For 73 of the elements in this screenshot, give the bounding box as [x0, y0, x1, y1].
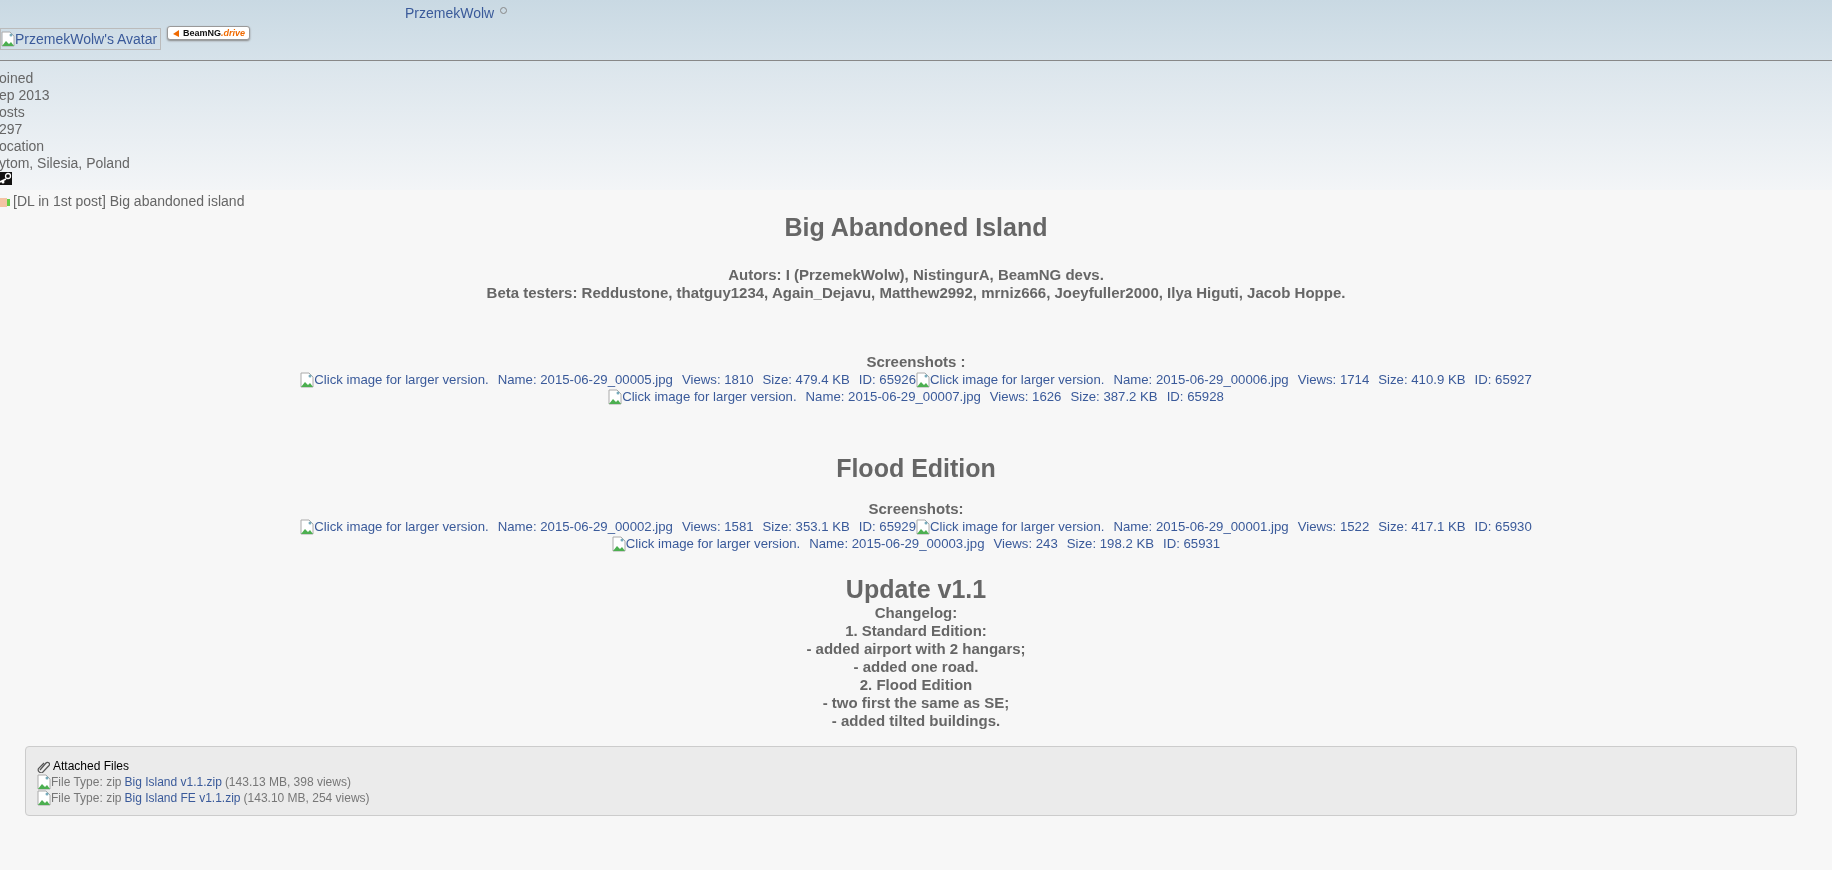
- image-size: Size: 387.2 KB: [1070, 388, 1158, 405]
- section-heading: Big Abandoned Island: [783, 212, 1049, 242]
- text-line: Changelog:: [873, 604, 959, 622]
- text-line: Autors: I (PrzemekWolw), NistingurA, BeamNG devs.: [727, 266, 1105, 284]
- file-info: (143.10 MB, 254 views): [243, 790, 370, 806]
- image-name: Name: 2015-06-29_00003.jpg: [809, 535, 985, 552]
- image-id: ID: 65931: [1163, 535, 1221, 552]
- image-id: ID: 65929: [858, 518, 916, 535]
- broken-image-icon: [37, 790, 51, 806]
- attachments-title: Attached Files: [53, 759, 130, 774]
- avatar-link[interactable]: PrzemekWolw's Avatar: [0, 28, 162, 50]
- image-id: ID: 65926: [858, 371, 916, 388]
- image-name: Name: 2015-06-29_00002.jpg: [497, 518, 673, 535]
- image-views: Views: 1714: [1297, 371, 1370, 388]
- paperclip-icon: [37, 760, 50, 773]
- gallery-label: Screenshots :: [865, 352, 967, 371]
- image-size: Size: 417.1 KB: [1378, 518, 1466, 535]
- image-size: Size: 410.9 KB: [1378, 371, 1466, 388]
- file-link[interactable]: Big Island v1.1.zip: [124, 774, 222, 790]
- text-line: - added tilted buildings.: [830, 712, 1002, 730]
- text-line: 1. Standard Edition:: [844, 622, 988, 640]
- badge-label: BeamNG.drive: [183, 28, 246, 38]
- broken-image-icon: [1, 31, 15, 47]
- image-size: Size: 353.1 KB: [762, 518, 850, 535]
- image-link[interactable]: Click image for larger version.: [916, 518, 1105, 535]
- file-link[interactable]: Big Island FE v1.1.zip: [124, 790, 241, 806]
- broken-image-icon: [611, 535, 626, 552]
- broken-image-icon: [37, 774, 51, 790]
- image-link[interactable]: Click image for larger version.: [611, 535, 801, 552]
- image-name: Name: 2015-06-29_00006.jpg: [1113, 371, 1289, 388]
- image-views: Views: 1581: [681, 518, 754, 535]
- profile-text: ocation: [0, 138, 46, 155]
- text-line: - added airport with 2 hangars;: [805, 640, 1027, 658]
- image-views: Views: 243: [993, 535, 1058, 552]
- broken-image-icon: [300, 371, 315, 388]
- image-id: ID: 65927: [1474, 371, 1532, 388]
- post-icon: [0, 195, 11, 207]
- text-line: Beta testers: Reddustone, thatguy1234, Again_Dejavu, Matthew2992, mrniz666, Joeyfuller2000, Ilya Higuti, Jacob Hoppe.: [485, 284, 1347, 302]
- broken-image-icon: [916, 371, 930, 388]
- broken-image-icon: [608, 388, 623, 405]
- image-views: Views: 1810: [681, 371, 754, 388]
- image-name: Name: 2015-06-29_00001.jpg: [1113, 518, 1289, 535]
- profile-text: oined: [0, 70, 35, 87]
- image-size: Size: 479.4 KB: [762, 371, 850, 388]
- text-line: - two first the same as SE;: [821, 694, 1011, 712]
- section-heading: Flood Edition: [835, 453, 997, 483]
- file-type: File Type: zip: [51, 790, 122, 806]
- broken-image-icon: [916, 518, 930, 535]
- image-views: Views: 1522: [1297, 518, 1370, 535]
- image-size: Size: 198.2 KB: [1066, 535, 1154, 552]
- logo-icon: [172, 28, 181, 38]
- image-link[interactable]: Click image for larger version.: [300, 371, 489, 388]
- gallery-label: Screenshots:: [867, 499, 965, 518]
- section-heading: Update v1.1: [844, 574, 988, 604]
- image-link[interactable]: Click image for larger version.: [916, 371, 1105, 388]
- image-link[interactable]: Click image for larger version.: [300, 518, 489, 535]
- text-line: - added one road.: [852, 658, 980, 676]
- file-info: (143.13 MB, 398 views): [224, 774, 351, 790]
- username-link[interactable]: PrzemekWolw: [405, 5, 495, 21]
- image-name: Name: 2015-06-29_00005.jpg: [497, 371, 673, 388]
- image-id: ID: 65928: [1166, 388, 1224, 405]
- file-type: File Type: zip: [51, 774, 122, 790]
- image-link[interactable]: Click image for larger version.: [608, 388, 797, 405]
- text-line: 2. Flood Edition: [858, 676, 974, 694]
- post-title: [DL in 1st post] Big abandoned island: [13, 193, 245, 209]
- image-name: Name: 2015-06-29_00007.jpg: [805, 388, 981, 405]
- profile-text: 297: [0, 121, 24, 138]
- image-views: Views: 1626: [989, 388, 1062, 405]
- profile-text: ep 2013: [0, 87, 51, 104]
- broken-image-icon: [300, 518, 315, 535]
- image-id: ID: 65930: [1474, 518, 1532, 535]
- profile-text: osts: [0, 104, 26, 121]
- steam-icon[interactable]: [0, 172, 12, 185]
